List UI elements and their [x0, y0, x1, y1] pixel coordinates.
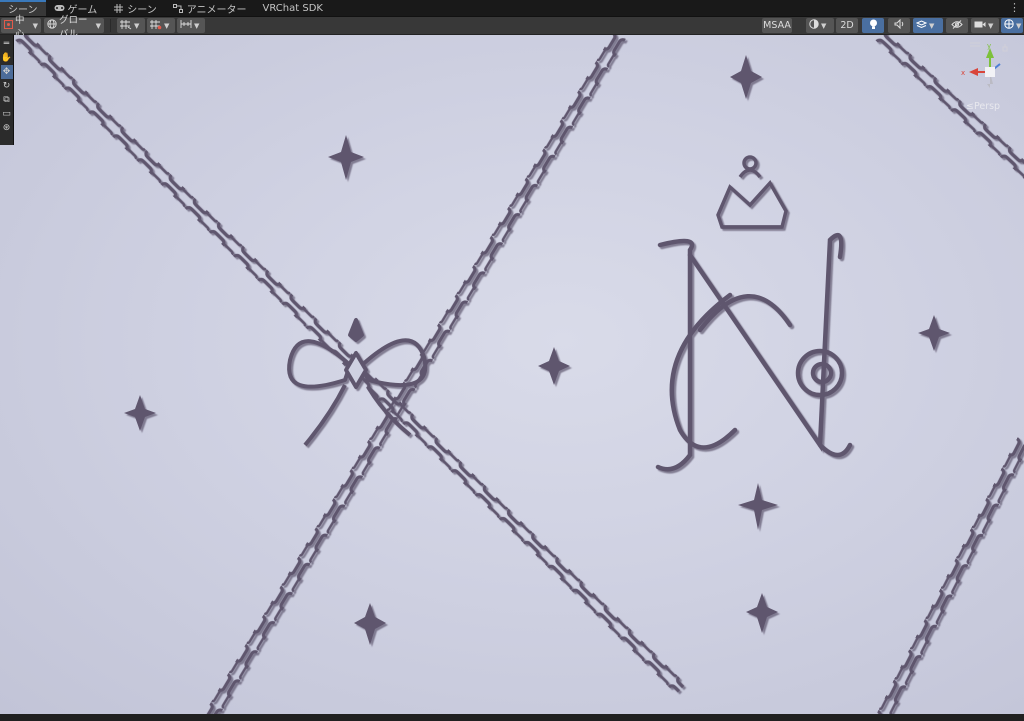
lock-icon[interactable] [1002, 44, 1008, 52]
move-tool-icon[interactable]: ✥ [0, 65, 13, 79]
svg-text:y: y [987, 42, 991, 50]
draw-mode-dropdown[interactable]: ▼ [806, 18, 834, 33]
chevron-down-icon: ▼ [929, 21, 935, 30]
scene-toolbar: 中心 ▼ グローバル ▼ ▼ ▼ ▼ MSAA ▼ 2D ▼ ▼ ▼ [0, 15, 1024, 40]
camera-settings-dropdown[interactable]: ▼ [971, 18, 999, 33]
tab-label: アニメーター [186, 4, 247, 16]
camera-icon [974, 20, 986, 32]
scene-viewport[interactable] [0, 35, 1024, 714]
audio-toggle[interactable] [888, 18, 910, 33]
layers-icon [915, 19, 928, 32]
gizmo-menu-icon[interactable] [970, 42, 980, 47]
audio-icon [894, 18, 905, 32]
transform-tool-icon[interactable]: ⊛ [1, 121, 13, 135]
msaa-toggle[interactable]: MSAA [762, 18, 792, 33]
ruler-snapping-button[interactable]: ▼ [177, 18, 205, 33]
scale-tool-icon[interactable]: ⧉ [1, 93, 13, 107]
pivot-icon [4, 19, 13, 32]
orientation-gizmo[interactable]: y x [958, 40, 1018, 110]
tab-vrchat-sdk[interactable]: VRChat SDK [255, 0, 331, 16]
lightbulb-icon [869, 19, 878, 33]
tab-animator[interactable]: アニメーター [165, 0, 255, 16]
2d-mode-label: 2D [840, 20, 854, 31]
gizmo-globe-icon [1004, 19, 1014, 32]
pivot-mode-dropdown[interactable]: 中心 ▼ [1, 15, 41, 40]
grid-snap-icon [120, 19, 132, 33]
snap-increment-icon [150, 19, 162, 33]
palette-handle-icon[interactable]: ═ [1, 37, 13, 51]
chevron-down-icon: ▼ [164, 21, 170, 30]
tab-scene-2[interactable]: シーン [105, 0, 165, 16]
chevron-down-icon: ▼ [32, 21, 38, 30]
chevron-down-icon: ▼ [95, 21, 101, 30]
axis-gizmo-icon[interactable]: y x [961, 42, 1001, 88]
scene-lighting-toggle[interactable] [862, 18, 884, 33]
globe-icon [47, 19, 57, 32]
chevron-down-icon: ▼ [821, 21, 827, 30]
svg-text:x: x [961, 69, 965, 77]
pivot-rotation-dropdown[interactable]: グローバル ▼ [44, 15, 104, 40]
chevron-down-icon: ▼ [134, 21, 140, 30]
eye-slash-icon [951, 19, 963, 32]
embossed-wall-artwork [15, 35, 1024, 714]
hand-tool-icon[interactable]: ✋ [1, 51, 13, 65]
hidden-objects-toggle[interactable] [946, 18, 968, 33]
chevron-down-icon: ▼ [1016, 21, 1022, 30]
chevron-down-icon: ▼ [988, 21, 994, 30]
msaa-label: MSAA [763, 20, 791, 31]
effects-dropdown[interactable]: ▼ [913, 18, 943, 33]
grid-snapping-button[interactable]: ▼ [117, 18, 145, 33]
toolbar-divider [110, 19, 111, 32]
chevron-down-icon: ▼ [194, 21, 200, 30]
scene-tools-palette: ═ ✋ ✥ ↻ ⧉ ▭ ⊛ [0, 35, 14, 145]
monogram-emblem [655, 233, 853, 472]
chain [872, 436, 1024, 714]
rect-tool-icon[interactable]: ▭ [1, 107, 13, 121]
rotate-tool-icon[interactable]: ↻ [1, 79, 13, 93]
chain [201, 35, 627, 714]
crown-emblem [716, 155, 788, 229]
projection-label[interactable]: ≤Persp [966, 101, 1000, 112]
grid-icon [113, 3, 124, 14]
editor-tab-bar: シーン ゲーム シーン アニメーター VRChat SDK ⋮ [0, 0, 1024, 17]
tab-label: シーン [127, 4, 157, 16]
more-options-icon[interactable]: ⋮ [1009, 1, 1020, 14]
animator-icon [173, 3, 184, 14]
increment-snapping-button[interactable]: ▼ [147, 18, 175, 33]
shading-sphere-icon [809, 19, 819, 32]
2d-mode-toggle[interactable]: 2D [836, 18, 858, 33]
tab-label: VRChat SDK [262, 2, 323, 14]
ruler-icon [180, 19, 192, 32]
gizmos-dropdown[interactable]: ▼ [1001, 18, 1023, 33]
viewport-bottom-edge [0, 714, 1024, 721]
